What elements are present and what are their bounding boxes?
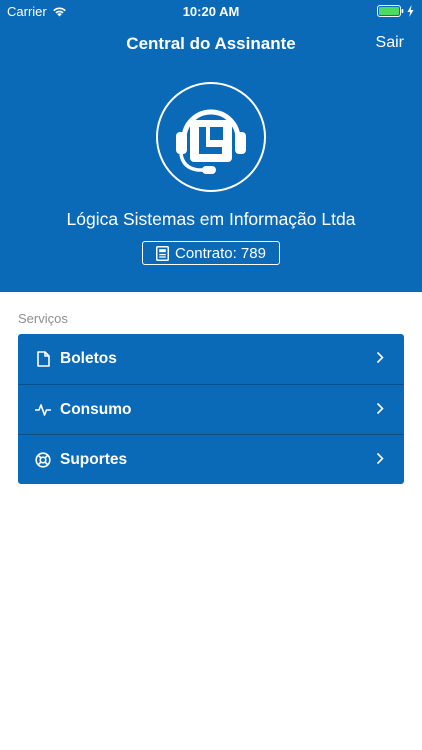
logout-button[interactable]: Sair [376, 34, 404, 52]
menu-item-consumo[interactable]: Consumo [18, 384, 404, 434]
battery-icon [377, 5, 404, 17]
battery-indicator [377, 5, 414, 17]
menu-item-suportes[interactable]: Suportes [18, 434, 404, 484]
page-title: Central do Assinante [126, 34, 296, 53]
menu-item-boletos[interactable]: Boletos [18, 334, 404, 384]
menu-item-label: Consumo [60, 400, 132, 418]
header: Carrier 10:20 AM Central do Assinante Sa… [0, 0, 422, 292]
chevron-right-icon [376, 402, 384, 415]
services-section-label: Serviços [18, 311, 68, 326]
menu-item-label: Boletos [60, 350, 117, 367]
status-bar: Carrier 10:20 AM [0, 0, 422, 22]
headset-logo-icon [176, 109, 246, 174]
charging-bolt-icon [407, 5, 414, 17]
contract-document-icon [156, 245, 170, 261]
contract-badge: Contrato: 789 [142, 241, 280, 265]
activity-icon [35, 402, 51, 418]
company-logo [156, 82, 266, 192]
company-name: Lógica Sistemas em Informação Ltda [66, 209, 356, 229]
status-time: 10:20 AM [182, 4, 240, 19]
services-menu: Boletos Consumo Suportes [18, 334, 404, 484]
document-icon [35, 351, 51, 367]
menu-item-label: Suportes [60, 450, 128, 468]
chevron-right-icon [376, 351, 384, 364]
contract-label: Contrato: 789 [175, 244, 266, 262]
lifebuoy-icon [35, 451, 51, 468]
chevron-right-icon [376, 452, 384, 465]
